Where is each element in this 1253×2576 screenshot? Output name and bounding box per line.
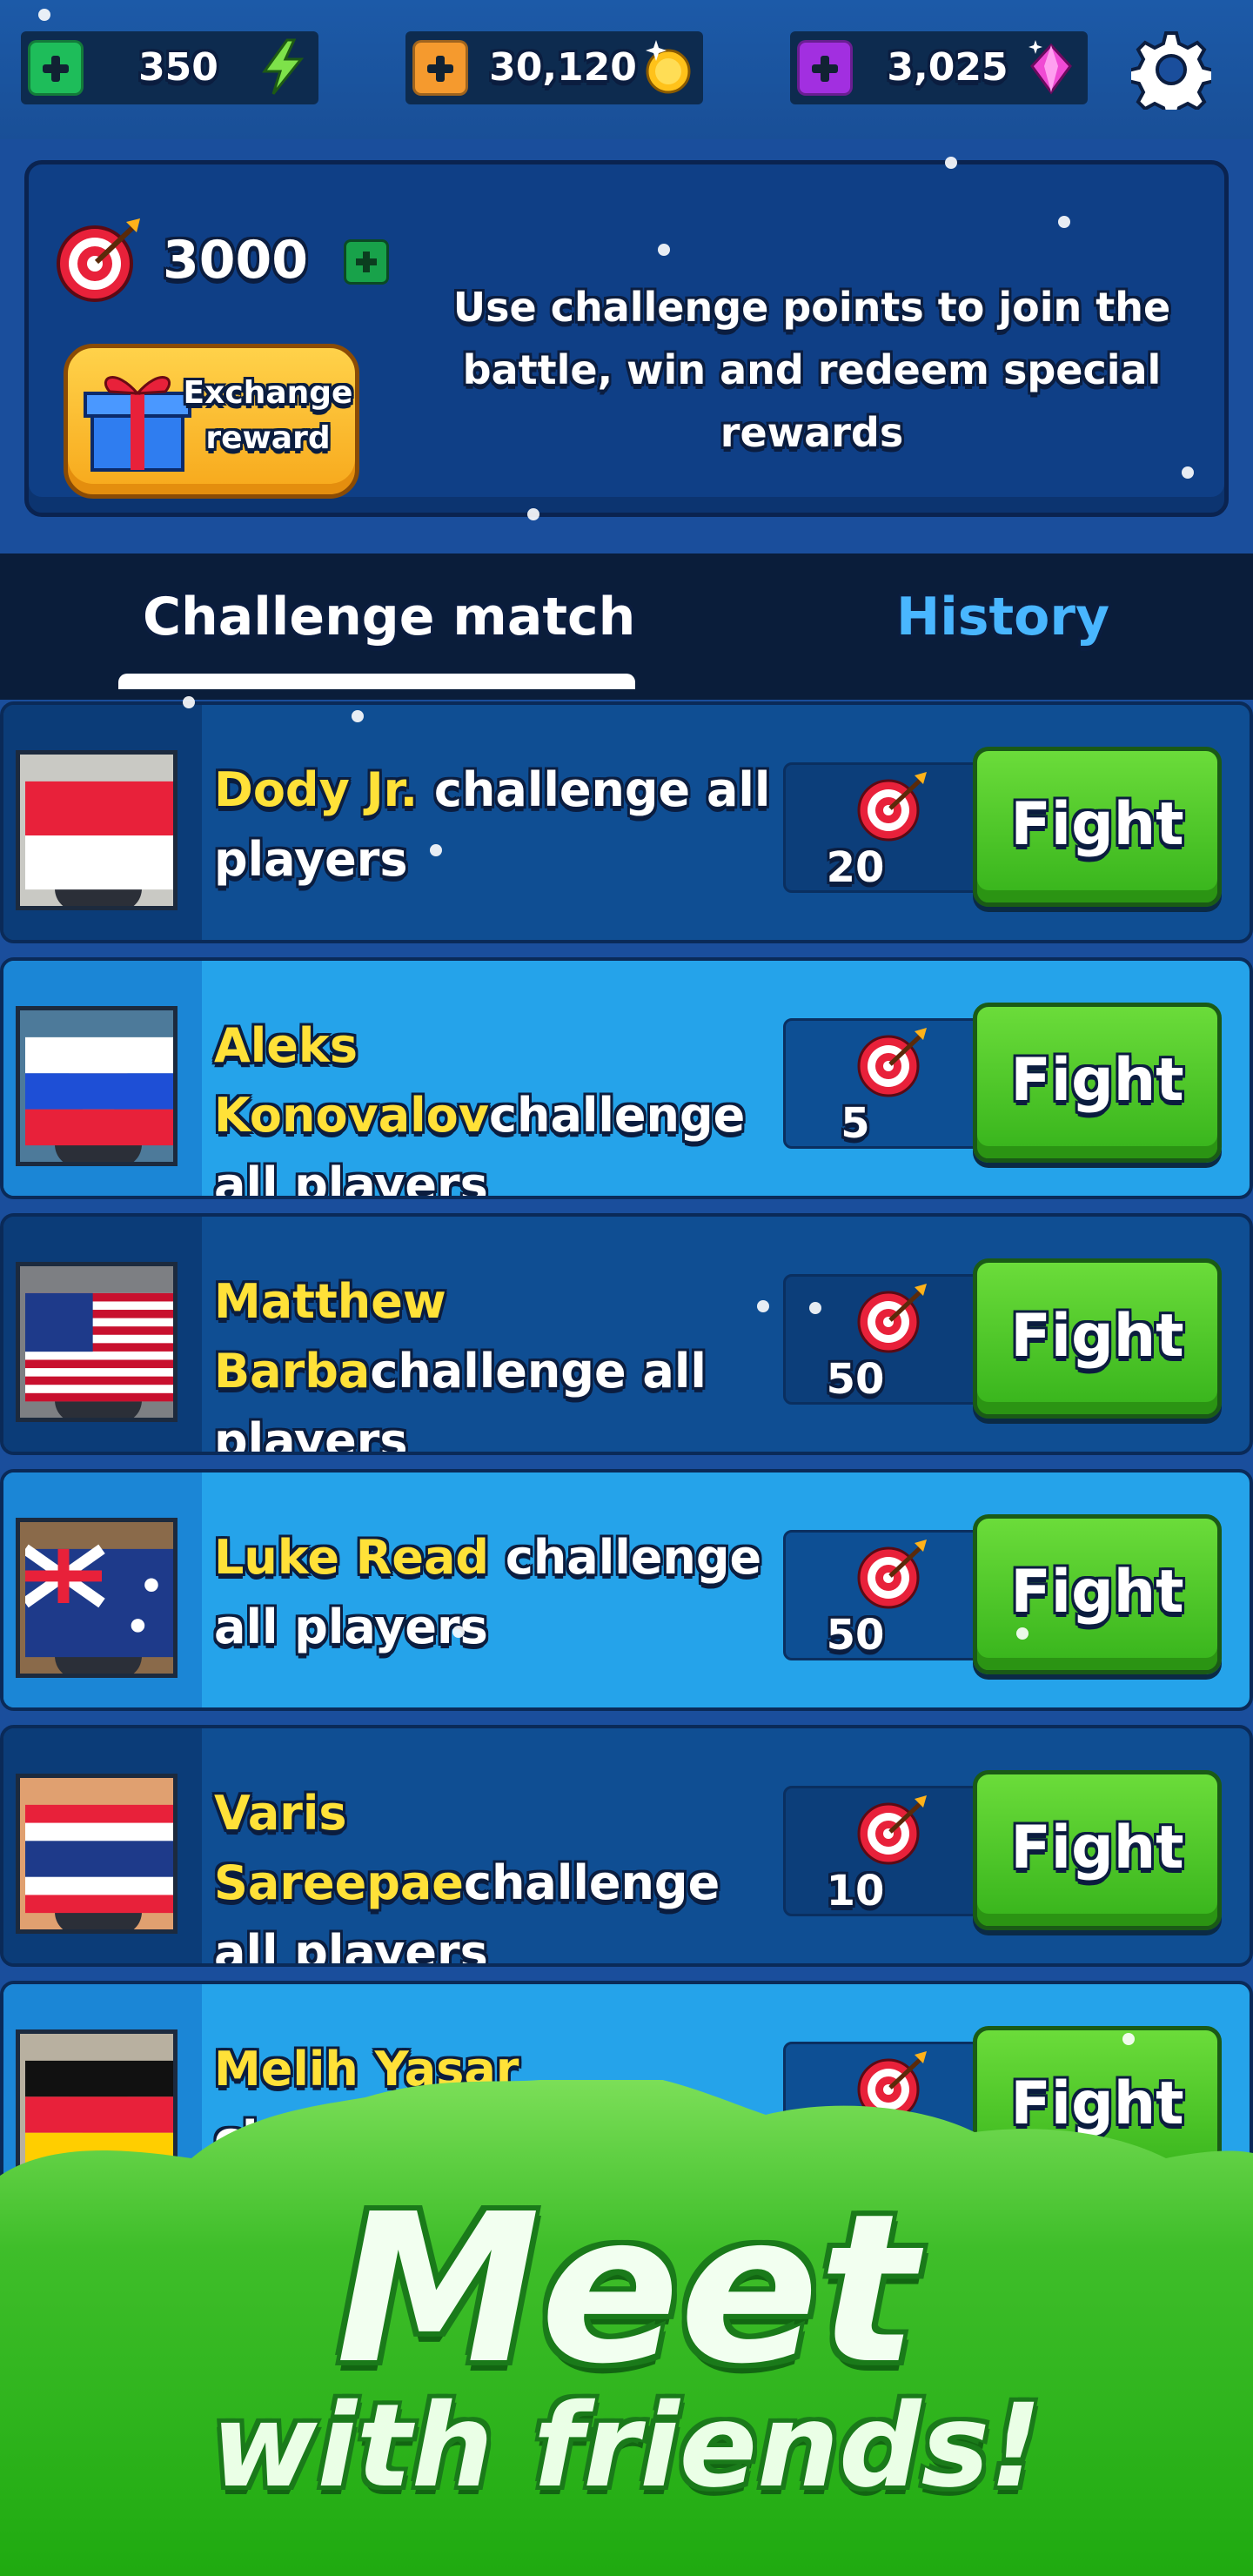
country-flag-icon [25, 1544, 173, 1658]
snowflake [183, 696, 195, 708]
country-flag-icon [25, 781, 173, 890]
challenge-cost-value: 5 [841, 1099, 870, 1148]
challenge-row: Matthew Barbachallenge all players 50 Figh… [0, 1213, 1253, 1455]
challenge-cost: 20 [783, 762, 983, 893]
snowflake [38, 9, 50, 21]
target-icon [857, 1795, 927, 1865]
challenge-row: Varis Sareepaechallenge all players 10 Fig… [0, 1725, 1253, 1967]
tab-challenge-match[interactable]: Challenge match [143, 587, 635, 647]
promo-subtitle: with friends! [211, 2379, 1042, 2513]
avatar-column [3, 1217, 202, 1452]
snowflake [1058, 216, 1070, 228]
fight-button[interactable]: Fight [973, 1770, 1222, 1930]
fight-button[interactable]: Fight [973, 1003, 1222, 1163]
challenge-cost: 50 [783, 1274, 983, 1405]
settings-gear-icon[interactable] [1131, 30, 1211, 110]
energy-value: 350 [138, 45, 218, 90]
challenge-cost-value: 50 [826, 1611, 885, 1660]
add-challenge-points-button[interactable] [344, 239, 389, 285]
target-icon [57, 218, 140, 302]
challenge-text: Matthew Barbachallenge all players [214, 1267, 771, 1452]
challenge-points-panel: 3000 Exchange reward Use challenge point… [24, 160, 1229, 517]
fight-button[interactable]: Fight [973, 1514, 1222, 1674]
challenge-points-value: 3000 [163, 230, 308, 291]
fight-button-label: Fight [1010, 1302, 1184, 1371]
snowflake [352, 710, 364, 722]
player-avatar[interactable] [16, 1262, 178, 1422]
snowflake [1182, 466, 1194, 479]
exchange-reward-label: Exchange reward [183, 375, 353, 456]
player-name[interactable]: Dody Jr. [214, 762, 418, 817]
challenge-row: Luke Read challenge all players 50 Fight [0, 1469, 1253, 1711]
country-flag-icon [25, 1036, 173, 1146]
country-flag-icon [25, 1804, 173, 1914]
player-avatar[interactable] [16, 750, 178, 910]
lightning-icon [262, 38, 305, 95]
active-tab-indicator [118, 674, 635, 689]
target-icon [857, 772, 927, 842]
snowflake [527, 508, 539, 520]
pink-gem-icon [1029, 40, 1072, 95]
challenge-description: Use challenge points to join the battle,… [452, 284, 1171, 456]
avatar-column [3, 961, 202, 1196]
snowflake [1122, 2033, 1135, 2045]
snowflake [1016, 1627, 1029, 1640]
exchange-reward-button[interactable]: Exchange reward [64, 344, 359, 499]
tab-history[interactable]: History [896, 587, 1109, 647]
player-name[interactable]: Varis Sareepae [214, 1786, 464, 1910]
gold-coin-icon [646, 40, 691, 94]
target-icon [857, 1028, 927, 1097]
fight-button-label: Fight [1010, 1814, 1184, 1882]
resource-bar: 350 30,120 3,025 [0, 0, 1253, 139]
challenge-cost-value: 10 [826, 1867, 885, 1915]
challenge-row: Aleks Konovalovchallenge all players 5 Fig… [0, 957, 1253, 1199]
avatar-column [3, 1472, 202, 1707]
coin-value: 30,120 [489, 45, 637, 90]
snowflake [809, 1302, 821, 1314]
coin-counter: 30,120 [405, 31, 703, 104]
challenge-cost-value: 20 [826, 843, 885, 892]
avatar-column [3, 705, 202, 940]
fight-button[interactable]: Fight [973, 747, 1222, 907]
challenge-text: Dody Jr. challenge all players [214, 755, 771, 895]
promo-banner: Meet with friends! [0, 2080, 1253, 2576]
add-energy-button[interactable] [28, 40, 84, 96]
gem-counter: 3,025 [790, 31, 1088, 104]
snowflake [658, 244, 670, 256]
player-avatar[interactable] [16, 1006, 178, 1166]
challenge-text: Varis Sareepaechallenge all players [214, 1779, 771, 1963]
challenge-cost-value: 50 [826, 1355, 885, 1404]
fight-button-label: Fight [1010, 1558, 1184, 1627]
target-icon [857, 1284, 927, 1353]
gem-value: 3,025 [887, 45, 1008, 90]
player-avatar[interactable] [16, 1774, 178, 1934]
gift-box-icon [84, 376, 191, 472]
challenge-cost: 5 [783, 1018, 983, 1149]
country-flag-icon [25, 1292, 173, 1402]
challenge-cost: 10 [783, 1786, 983, 1916]
energy-counter: 350 [21, 31, 318, 104]
challenge-row: Dody Jr. challenge all players 20 Fight [0, 701, 1253, 943]
add-gems-button[interactable] [797, 40, 853, 96]
challenge-text: Aleks Konovalovchallenge all players [214, 1011, 771, 1196]
fight-button[interactable]: Fight [973, 1258, 1222, 1419]
snowflake [945, 157, 957, 169]
challenge-cost: 50 [783, 1530, 983, 1660]
add-coins-button[interactable] [412, 40, 468, 96]
target-icon [857, 1540, 927, 1609]
player-name[interactable]: Luke Read [214, 1530, 489, 1585]
snowflake [430, 844, 442, 856]
fight-button-label: Fight [1010, 1046, 1184, 1115]
tab-bar: Challenge match History [0, 553, 1253, 700]
challenge-text: Luke Read challenge all players [214, 1523, 771, 1662]
promo-title: Meet [336, 2170, 917, 2409]
challenge-points-counter: 3000 [53, 215, 389, 302]
player-name[interactable]: Aleks Konovalov [214, 1018, 489, 1143]
snowflake [452, 1626, 465, 1638]
fight-button-label: Fight [1010, 790, 1184, 859]
avatar-column [3, 1728, 202, 1963]
snowflake [757, 1300, 769, 1312]
player-avatar[interactable] [16, 1518, 178, 1678]
